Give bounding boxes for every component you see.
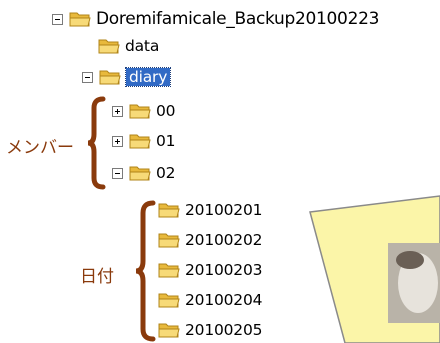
folder-icon xyxy=(158,293,180,308)
open-folder-icon xyxy=(69,12,91,27)
tree-node-date[interactable]: 20100205 xyxy=(158,319,262,341)
expand-toggle-icon[interactable] xyxy=(112,135,123,147)
tree-node-date[interactable]: 20100203 xyxy=(158,259,262,281)
tree-node-date[interactable]: 20100204 xyxy=(158,289,262,311)
collapse-toggle-icon[interactable] xyxy=(82,71,93,83)
tree-node-label: 20100203 xyxy=(185,261,263,279)
tree-node-member[interactable]: 00 xyxy=(112,100,176,122)
tree-node-diary[interactable]: diary xyxy=(82,66,172,88)
folder-icon xyxy=(98,39,120,54)
members-annotation: メンバー xyxy=(6,138,74,158)
open-folder-icon xyxy=(99,70,121,85)
dates-annotation: 日付 xyxy=(80,267,114,287)
tree-node-label: 01 xyxy=(156,132,176,150)
tree-node-date[interactable]: 20100202 xyxy=(158,229,262,251)
tree-node-label: diary xyxy=(124,67,172,87)
collapse-toggle-icon[interactable] xyxy=(52,13,63,25)
tree-node-label: data xyxy=(125,37,160,55)
tree-node-label: 20100201 xyxy=(185,201,263,219)
tree-node-member[interactable]: 02 xyxy=(112,162,176,184)
folder-icon xyxy=(129,134,151,149)
dates-brace xyxy=(135,200,156,342)
members-brace xyxy=(87,96,106,190)
tree-node-label: Doremifamicale_Backup20100223 xyxy=(96,9,380,29)
expand-toggle-icon[interactable] xyxy=(112,105,123,117)
tree-node-date[interactable]: 20100201 xyxy=(158,199,262,221)
tree-node-label: 20100204 xyxy=(185,291,263,309)
folder-icon xyxy=(158,233,180,248)
tree-node-label: 20100202 xyxy=(185,231,263,249)
collapse-toggle-icon[interactable] xyxy=(112,167,123,179)
folder-icon xyxy=(158,203,180,218)
tree-node-data[interactable]: data xyxy=(98,35,159,57)
folder-icon xyxy=(129,104,151,119)
tree-node-member[interactable]: 01 xyxy=(112,130,176,152)
folder-icon xyxy=(158,263,180,278)
tree-node-label: 00 xyxy=(156,102,176,120)
folder-icon xyxy=(158,323,180,338)
open-folder-icon xyxy=(129,166,151,181)
tree-node-root[interactable]: Doremifamicale_Backup20100223 xyxy=(52,8,379,30)
tree-node-label: 02 xyxy=(156,164,176,182)
tree-node-label: 20100205 xyxy=(185,321,263,339)
